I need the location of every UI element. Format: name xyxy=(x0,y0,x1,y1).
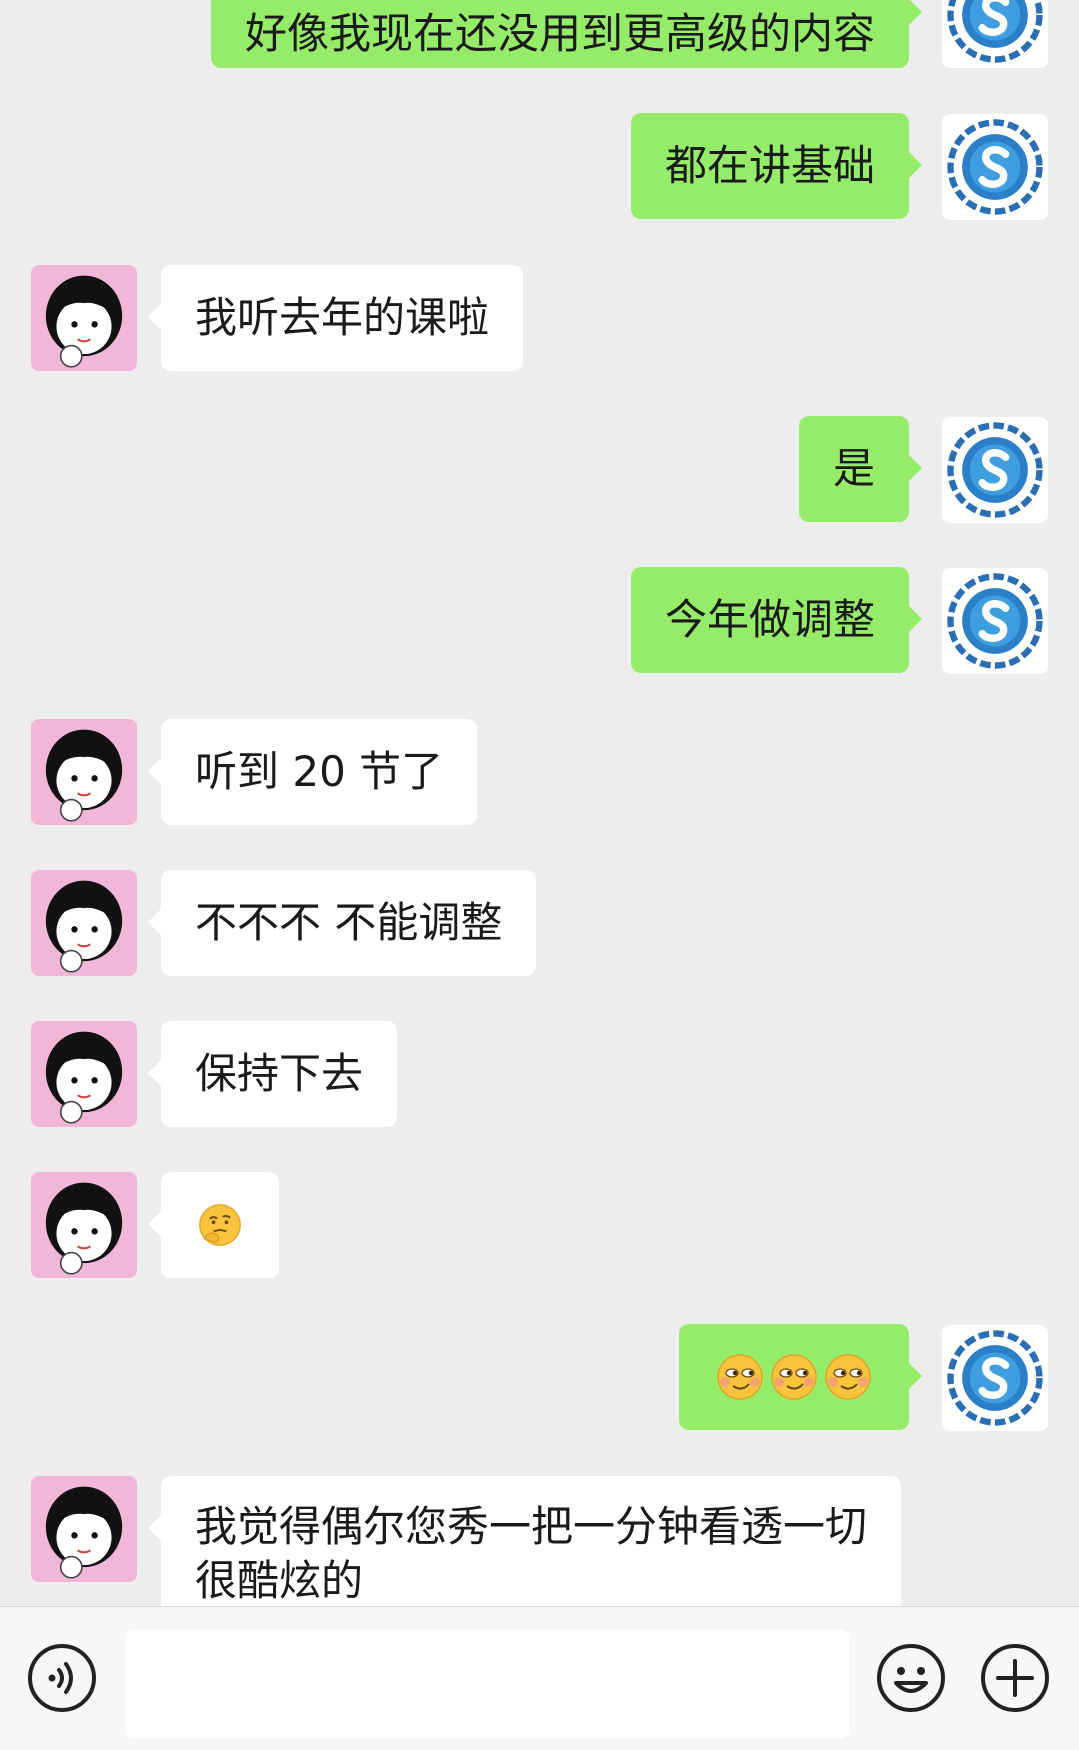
smirk-face-emoji xyxy=(771,1354,817,1400)
taiji-logo-icon xyxy=(947,119,1043,215)
girl-avatar-icon xyxy=(45,275,123,368)
more-button[interactable] xyxy=(980,1643,1050,1713)
my-avatar[interactable] xyxy=(942,568,1048,674)
taiji-logo-icon xyxy=(947,1330,1043,1426)
emoji-button[interactable] xyxy=(876,1643,946,1713)
message-text: 我觉得偶尔您秀一把一分钟看透一切 很酷炫的 xyxy=(195,1502,868,1605)
contact-avatar[interactable] xyxy=(31,1021,137,1127)
chat-area[interactable]: 好像我现在还没用到更高级的内容 都在讲基础 我听去年的课啦 是 今年做调整 听到… xyxy=(0,0,1079,1606)
taiji-logo-icon xyxy=(947,573,1043,669)
smirk-face-emoji xyxy=(717,1354,763,1400)
emoji-icon xyxy=(877,1644,945,1712)
message-text: 保持下去 xyxy=(195,1049,364,1098)
message-bubble[interactable]: 都在讲基础 xyxy=(630,113,923,219)
contact-avatar[interactable] xyxy=(31,719,137,825)
my-avatar[interactable] xyxy=(942,114,1048,220)
message-input[interactable] xyxy=(126,1629,849,1739)
girl-avatar-icon xyxy=(45,1486,123,1579)
contact-avatar[interactable] xyxy=(31,1172,137,1278)
taiji-logo-icon xyxy=(947,0,1043,63)
message-bubble[interactable]: 不不不 不能调整 xyxy=(147,870,537,976)
thinking-face-emoji xyxy=(199,1204,241,1246)
message-text: 我听去年的课啦 xyxy=(195,293,490,342)
taiji-logo-icon xyxy=(947,422,1043,518)
message-bubble[interactable]: 听到 20 节了 xyxy=(147,719,478,825)
input-bar xyxy=(0,1606,1079,1750)
my-avatar[interactable] xyxy=(942,1325,1048,1431)
message-bubble[interactable]: 我听去年的课啦 xyxy=(147,265,524,371)
message-bubble[interactable]: 保持下去 xyxy=(147,1021,398,1127)
contact-avatar[interactable] xyxy=(31,870,137,976)
message-bubble[interactable] xyxy=(148,1172,279,1278)
voice-icon xyxy=(28,1644,96,1712)
message-text: 是 xyxy=(832,444,875,493)
message-text: 都在讲基础 xyxy=(664,141,875,190)
message-bubble[interactable] xyxy=(679,1324,922,1430)
contact-avatar[interactable] xyxy=(31,265,137,371)
message-bubble[interactable]: 我觉得偶尔您秀一把一分钟看透一切 很酷炫的 xyxy=(148,1476,901,1606)
plus-icon xyxy=(981,1644,1049,1712)
girl-avatar-icon xyxy=(45,880,123,973)
message-bubble[interactable]: 是 xyxy=(798,416,923,522)
message-text: 今年做调整 xyxy=(664,595,875,644)
message-bubble[interactable]: 今年做调整 xyxy=(630,567,923,673)
my-avatar[interactable] xyxy=(942,0,1048,68)
smirk-face-emoji xyxy=(825,1354,871,1400)
message-text: 好像我现在还没用到更高级的内容 xyxy=(244,9,875,58)
my-avatar[interactable] xyxy=(942,417,1048,523)
voice-button[interactable] xyxy=(27,1643,97,1713)
message-text: 听到 20 节了 xyxy=(195,747,444,796)
message-bubble[interactable]: 好像我现在还没用到更高级的内容 xyxy=(210,0,923,68)
message-text: 不不不 不能调整 xyxy=(195,898,503,947)
contact-avatar[interactable] xyxy=(31,1476,137,1582)
girl-avatar-icon xyxy=(45,1182,123,1275)
girl-avatar-icon xyxy=(45,729,123,822)
girl-avatar-icon xyxy=(45,1031,123,1124)
